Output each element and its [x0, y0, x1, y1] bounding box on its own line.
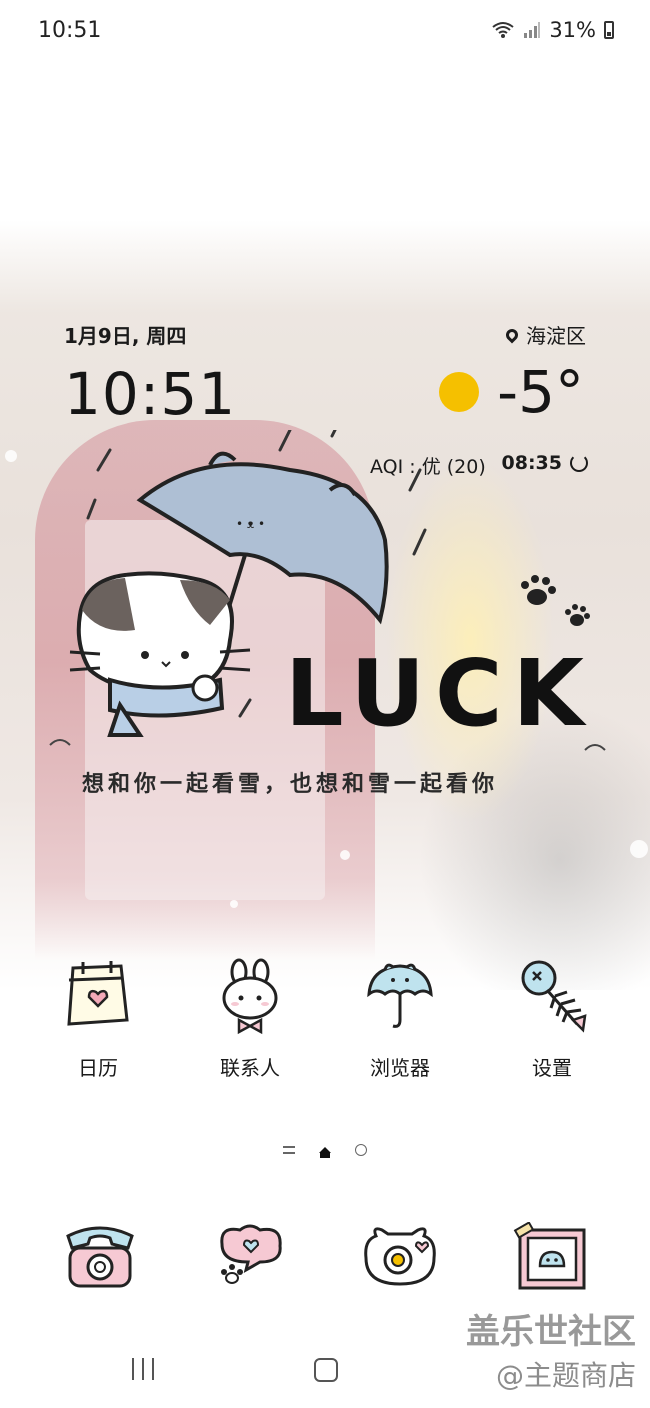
battery-percent: 31%: [549, 18, 596, 42]
page-list-icon[interactable]: [283, 1146, 295, 1154]
watermark-subtitle: @主题商店: [495, 1359, 636, 1392]
app-browser-label: 浏览器: [370, 1056, 430, 1080]
calendar-icon: [67, 961, 129, 1026]
umbrella-icon: [367, 963, 433, 1028]
recent-bar: [152, 1358, 154, 1380]
status-bar: 10:51 31%: [0, 0, 650, 62]
location-pin-icon: [503, 326, 521, 343]
home-button[interactable]: [314, 1358, 338, 1382]
app-calendar[interactable]: 日历: [28, 958, 168, 1080]
battery-icon: [604, 21, 614, 39]
cat-umbrella-artwork: • ᴥ • LUCK: [49, 430, 606, 751]
luck-title: LUCK: [285, 640, 594, 747]
camera-icon[interactable]: [360, 1222, 440, 1292]
app-settings-label: 设置: [532, 1056, 572, 1080]
gallery-icon[interactable]: [512, 1222, 592, 1292]
page-home-icon[interactable]: [319, 1147, 331, 1158]
watermark-title: 盖乐世社区: [466, 1312, 636, 1352]
phone-icon[interactable]: [60, 1222, 140, 1292]
status-icons: 31%: [491, 18, 614, 42]
recent-bar: [142, 1358, 144, 1380]
wifi-icon: [492, 22, 514, 38]
widget-clock[interactable]: 10:51: [64, 360, 236, 428]
location-label: 海淀区: [526, 324, 586, 348]
app-calendar-label: 日历: [78, 1056, 118, 1080]
app-settings[interactable]: 设置: [482, 958, 622, 1080]
snowflake: [340, 850, 350, 860]
widget-location[interactable]: 海淀区: [503, 320, 586, 349]
fishbone-icon: [521, 960, 587, 1033]
recent-apps-button[interactable]: [132, 1358, 154, 1380]
status-time: 10:51: [38, 18, 102, 43]
temperature: -5°: [497, 358, 584, 426]
snowflake: [630, 840, 648, 858]
app-contacts[interactable]: 联系人: [180, 958, 320, 1080]
snowflake: [230, 900, 238, 908]
app-browser[interactable]: 浏览器: [330, 958, 470, 1080]
message-icon[interactable]: [210, 1222, 290, 1292]
signal-icon: [524, 22, 541, 38]
sun-icon: [439, 372, 480, 412]
artwork-slogan: 想和你一起看雪，也想和雪一起看你: [82, 772, 499, 797]
svg-text:• ᴥ •: • ᴥ •: [236, 517, 265, 531]
page-dot-icon[interactable]: [355, 1144, 367, 1156]
page-indicator[interactable]: [0, 1144, 650, 1158]
bunny-icon: [222, 958, 278, 1035]
snowflake: [5, 450, 17, 462]
widget-weather[interactable]: -5°: [439, 358, 584, 426]
recent-bar: [132, 1358, 134, 1380]
app-contacts-label: 联系人: [220, 1056, 280, 1080]
widget-date[interactable]: 1月9日, 周四: [64, 320, 186, 349]
